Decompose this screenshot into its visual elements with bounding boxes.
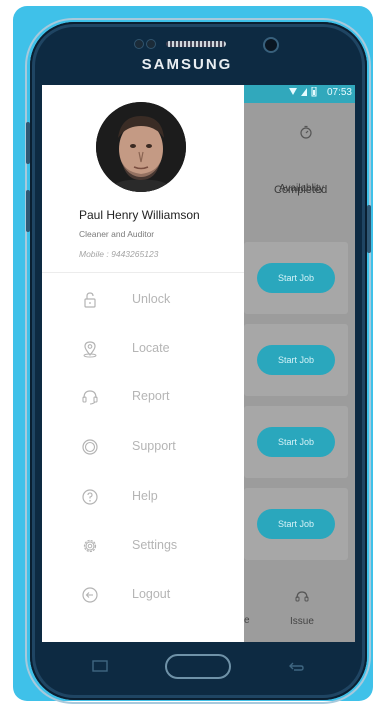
menu-item-support[interactable]: Support [42, 427, 244, 467]
availability-tab[interactable]: Availablity [244, 121, 355, 241]
divider [42, 272, 244, 273]
gear-icon [83, 539, 97, 553]
location-pin-icon [83, 341, 97, 358]
menu-item-logout[interactable]: Logout [42, 575, 244, 615]
start-job-button[interactable]: Start Job [257, 263, 335, 293]
menu-item-locate[interactable]: Locate [42, 329, 244, 369]
profile-photo [96, 102, 186, 192]
brand-logo: SAMSUNG [141, 56, 233, 73]
support-icon [82, 439, 98, 455]
menu-label: Unlock [132, 292, 171, 306]
navigation-drawer: Paul Henry Williamson Cleaner and Audito… [42, 85, 244, 642]
menu-item-unlock[interactable]: Unlock [42, 280, 244, 320]
sensor-icon [146, 39, 156, 49]
start-job-button[interactable]: Start Job [257, 427, 335, 457]
start-job-button[interactable]: Start Job [257, 509, 335, 539]
menu-label: Help [132, 489, 158, 503]
status-icons [289, 86, 317, 99]
volume-button [26, 190, 30, 232]
user-role: Cleaner and Auditor [79, 229, 155, 239]
user-mobile: Mobile : 9443265123 [79, 249, 159, 259]
home-button[interactable] [165, 654, 231, 679]
tab-completed[interactable]: Completed [274, 184, 327, 196]
menu-item-settings[interactable]: Settings [42, 526, 244, 566]
back-icon[interactable] [286, 658, 306, 674]
menu-label: Locate [132, 341, 170, 355]
avatar[interactable] [96, 102, 186, 192]
menu-item-report[interactable]: Report [42, 377, 244, 417]
recent-apps-icon[interactable] [91, 658, 111, 674]
sensor-icon [134, 39, 144, 49]
bottom-nav-label-fragment: e [244, 615, 250, 626]
volume-button [26, 122, 30, 164]
logout-icon [82, 587, 98, 603]
power-button [367, 205, 371, 253]
menu-item-help[interactable]: Help [42, 477, 244, 517]
nav-issue[interactable]: Issue [290, 616, 314, 627]
issue-headset-icon [295, 591, 309, 602]
menu-label: Support [132, 439, 176, 453]
start-job-button[interactable]: Start Job [257, 345, 335, 375]
wifi-signal-battery-icon [289, 86, 317, 97]
user-name: Paul Henry Williamson [79, 208, 200, 222]
help-icon [82, 489, 98, 505]
screen: 07:53 Availablity Completed Start Job St… [42, 85, 355, 642]
lock-icon [84, 292, 96, 308]
stopwatch-icon [300, 125, 312, 139]
menu-label: Settings [132, 538, 178, 552]
front-camera-icon [263, 37, 279, 53]
status-time: 07:53 [326, 87, 352, 98]
speaker-grille [166, 41, 226, 47]
menu-label: Report [132, 389, 170, 403]
report-icon [82, 390, 98, 405]
menu-label: Logout [132, 587, 171, 601]
